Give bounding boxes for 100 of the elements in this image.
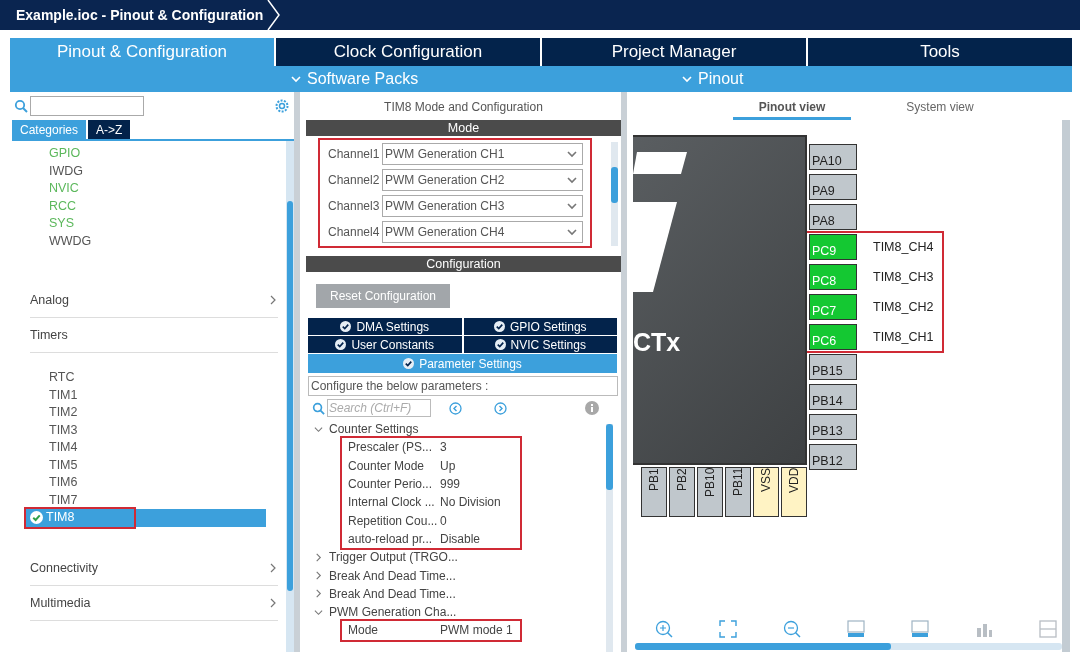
pin[interactable]: PB2 [669, 467, 695, 517]
chevron-down-icon [566, 200, 578, 212]
fit-icon[interactable] [719, 620, 737, 638]
chevron-down-icon [566, 148, 578, 160]
dropdown[interactable]: PWM Generation CH4 [382, 221, 583, 243]
list-item[interactable]: TIM4 [10, 439, 286, 457]
list-item[interactable]: RTC [10, 369, 286, 387]
category-header[interactable]: Multimedia [30, 585, 278, 621]
pin[interactable]: VDD [781, 467, 807, 517]
zoom-out-icon[interactable] [783, 620, 801, 638]
pin-signal-label: TIM8_CH1 [873, 330, 934, 344]
list-item[interactable]: TIM5 [10, 456, 286, 474]
chevron-down-icon [290, 73, 302, 85]
field-label: Channel1 [328, 147, 380, 161]
check-icon [494, 339, 506, 350]
category-header[interactable]: Analog [30, 283, 278, 318]
pin[interactable]: PB13 [809, 414, 857, 440]
param-label: Prescaler (PS... [348, 440, 434, 455]
pin[interactable]: PA8 [809, 204, 857, 230]
layout-icon[interactable] [1039, 620, 1057, 638]
previous-icon[interactable] [449, 401, 462, 415]
chip-label: CTx [633, 328, 681, 357]
pin[interactable]: VSS [753, 467, 779, 517]
scrollbar[interactable] [1062, 120, 1070, 652]
pin[interactable]: PB15 [809, 354, 857, 380]
tree-item[interactable]: Counter Settings [314, 420, 606, 439]
list-item[interactable]: TIM1 [10, 386, 286, 404]
field-label: Channel2 [328, 173, 380, 187]
search-icon [312, 401, 325, 415]
settings-icon[interactable] [274, 98, 290, 114]
tab[interactable]: Tools [808, 38, 1072, 66]
list-item[interactable]: IWDG [10, 162, 286, 180]
chevron-right-icon [268, 295, 278, 305]
list-item[interactable]: TIM3 [10, 421, 286, 439]
check-icon [493, 321, 505, 332]
dropdown[interactable]: PWM Generation CH2 [382, 169, 583, 191]
tab[interactable]: User Constants [308, 336, 462, 353]
scrollbar[interactable] [611, 142, 618, 246]
chevron-down-icon [314, 424, 323, 434]
dropdown[interactable]: PWM Generation CH1 [382, 143, 583, 165]
list-item[interactable]: TIM7 [10, 491, 286, 509]
param-label: auto-reload pr... [348, 531, 434, 546]
tree-item[interactable]: Break And Dead Time... [314, 584, 606, 603]
param-label: Mode [348, 623, 380, 638]
pin[interactable]: PB14 [809, 384, 857, 410]
window-title: Example.ioc - Pinout & Configuration [16, 7, 264, 23]
tab[interactable]: Clock Configuration [276, 38, 540, 66]
pin[interactable]: PA9 [809, 174, 857, 200]
param-value: 0 [440, 513, 447, 528]
panel-icon[interactable] [847, 620, 865, 638]
field-label: Channel4 [328, 225, 380, 239]
tree-item[interactable]: PWM Generation Cha... [314, 602, 606, 622]
param-label: Repetition Cou... [348, 513, 439, 528]
param-value: PWM mode 1 [440, 623, 513, 638]
zoom-in-icon[interactable] [655, 620, 673, 638]
pin[interactable]: PB12 [809, 444, 857, 470]
list-item[interactable]: WWDG [10, 232, 286, 250]
pin[interactable]: PB1 [641, 467, 667, 517]
param-value: 3 [440, 440, 447, 455]
check-icon [335, 339, 347, 350]
dropdown[interactable]: PWM Generation CH3 [382, 195, 583, 217]
info-icon[interactable] [585, 401, 599, 415]
list-item[interactable]: TIM2 [10, 404, 286, 422]
chevron-down-icon [314, 607, 323, 617]
panel-icon[interactable] [911, 620, 929, 638]
list-item[interactable]: TIM6 [10, 474, 286, 492]
scrollbar[interactable] [606, 424, 613, 652]
next-icon[interactable] [494, 401, 507, 415]
tree-item[interactable]: Trigger Output (TRGO... [314, 548, 606, 567]
tab[interactable]: Pinout view [733, 100, 851, 120]
check-icon [403, 358, 415, 369]
search-field[interactable] [30, 96, 144, 116]
search-icon [14, 99, 28, 113]
chevron-down-icon [566, 174, 578, 186]
category-header[interactable]: Connectivity [30, 550, 278, 586]
tab[interactable]: Project Manager [542, 38, 806, 66]
param-label: Internal Clock ... [348, 495, 436, 510]
section-header: Configuration [306, 256, 621, 272]
pin-signal-label: TIM8_CH3 [873, 270, 934, 284]
tab[interactable]: DMA Settings [308, 318, 462, 335]
pin[interactable]: PB11 [725, 467, 751, 517]
tab[interactable]: A->Z [88, 120, 131, 139]
param-value: Disable [440, 531, 481, 546]
chevron-right-icon [268, 597, 278, 608]
scrollbar-thumb[interactable] [287, 201, 293, 591]
section-header: Mode [306, 120, 621, 136]
search-field[interactable]: Search (Ctrl+F) [327, 399, 431, 417]
pin-signal-label: TIM8_CH4 [873, 240, 934, 254]
pin[interactable]: PB10 [697, 467, 723, 517]
param-value: Up [440, 458, 456, 473]
tab[interactable]: System view [881, 100, 999, 120]
pin-signal-label: TIM8_CH2 [873, 300, 934, 314]
category-header[interactable]: Timers [30, 318, 278, 353]
tab[interactable]: NVIC Settings [463, 336, 617, 353]
scrollbar[interactable] [635, 643, 1062, 650]
tree-item[interactable]: Break And Dead Time... [314, 566, 606, 585]
tab[interactable]: GPIO Settings [463, 318, 617, 335]
chevron-down-icon [566, 226, 578, 238]
param-value: 999 [440, 477, 461, 492]
pin[interactable]: PA10 [809, 144, 857, 170]
